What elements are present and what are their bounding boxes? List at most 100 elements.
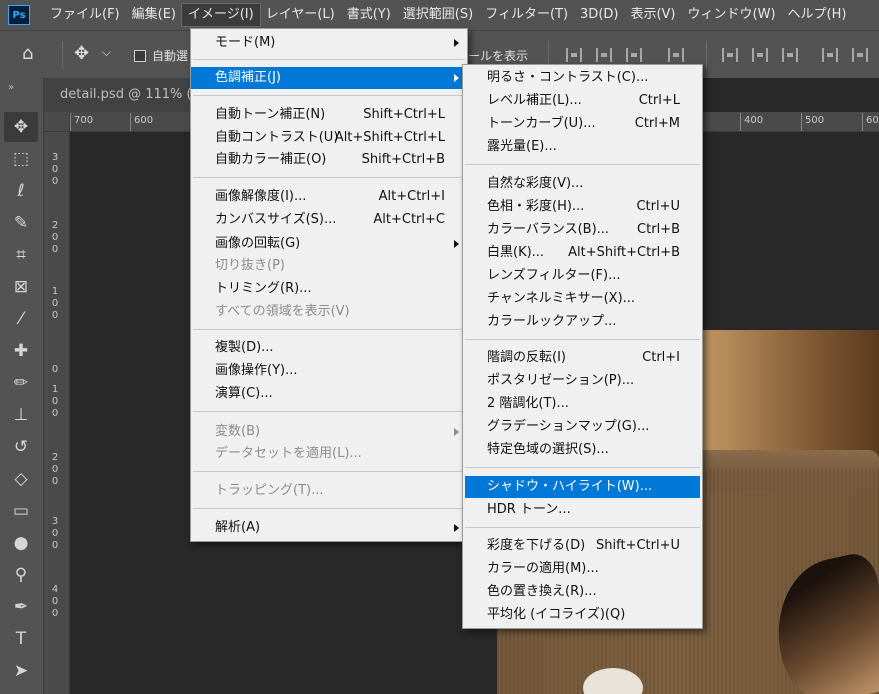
- vertical-ruler[interactable]: 300 200 100 0 100 200 300 400: [44, 132, 70, 694]
- distribute-vertical-icon[interactable]: [822, 48, 838, 62]
- eyedropper-tool-icon[interactable]: ⁄: [4, 304, 38, 334]
- menu-item-image-rotation[interactable]: 画像の回転(G): [191, 233, 467, 255]
- menu-item-label: カラーの適用(M)...: [487, 561, 599, 576]
- menu-item-curves[interactable]: トーンカーブ(U)... Ctrl+M: [463, 113, 702, 135]
- menu-item-auto-tone[interactable]: 自動トーン補正(N) Shift+Ctrl+L: [191, 104, 467, 126]
- menu-item-mode[interactable]: モード(M): [191, 32, 467, 54]
- menu-item-variables[interactable]: 変数(B): [191, 421, 467, 443]
- menu-item-desaturate[interactable]: 彩度を下げる(D) Shift+Ctrl+U: [463, 535, 702, 557]
- menu-item-color-lookup[interactable]: カラールックアップ...: [463, 311, 702, 333]
- menu-item-adjustments[interactable]: 色調補正(J): [191, 67, 467, 89]
- menu-item-gradient-map[interactable]: グラデーションマップ(G)...: [463, 416, 702, 438]
- distribute-icon[interactable]: [668, 48, 684, 62]
- menu-item-label: 色相・彩度(H)...: [487, 199, 585, 214]
- menu-item-shadows-highlights[interactable]: シャドウ・ハイライト(W)...: [465, 476, 700, 498]
- panel-grip-icon[interactable]: »: [8, 82, 14, 93]
- menu-item-shortcut: Shift+Ctrl+L: [363, 107, 445, 122]
- menu-item-color-balance[interactable]: カラーバランス(B)... Ctrl+B: [463, 219, 702, 241]
- brush-tool-icon[interactable]: ✏: [4, 368, 38, 398]
- menu-item-hdr-toning[interactable]: HDR トーン...: [463, 499, 702, 521]
- eraser-tool-icon[interactable]: ◇: [4, 464, 38, 494]
- quick-select-tool-icon[interactable]: ✎: [4, 208, 38, 238]
- menu-item-equalize[interactable]: 平均化 (イコライズ)(Q): [463, 604, 702, 626]
- align-right-icon[interactable]: [626, 48, 642, 62]
- lasso-tool-icon[interactable]: ℓ: [4, 176, 38, 206]
- menu-item-label: 2 階調化(T)...: [487, 396, 569, 411]
- menu-help[interactable]: ヘルプ(H): [782, 4, 853, 26]
- pen-tool-icon[interactable]: ✒: [4, 592, 38, 622]
- menu-item-analysis[interactable]: 解析(A): [191, 517, 467, 539]
- menu-item-trap[interactable]: トラッピング(T)...: [191, 480, 467, 502]
- menu-file[interactable]: ファイル(F): [44, 4, 126, 26]
- menu-item-posterize[interactable]: ポスタリゼーション(P)...: [463, 370, 702, 392]
- blur-tool-icon[interactable]: ●: [4, 528, 38, 558]
- menu-item-black-white[interactable]: 白黒(K)... Alt+Shift+Ctrl+B: [463, 242, 702, 264]
- history-brush-tool-icon[interactable]: ↺: [4, 432, 38, 462]
- move-tool-icon[interactable]: ✥: [4, 112, 38, 142]
- healing-brush-tool-icon[interactable]: ✚: [4, 336, 38, 366]
- path-selection-tool-icon[interactable]: ➤: [4, 656, 38, 686]
- align-middle-icon[interactable]: [752, 48, 768, 62]
- marquee-tool-icon[interactable]: ⬚: [4, 144, 38, 174]
- menu-item-calculations[interactable]: 演算(C)...: [191, 383, 467, 405]
- menu-type[interactable]: 書式(Y): [341, 4, 397, 26]
- menu-item-hue-saturation[interactable]: 色相・彩度(H)... Ctrl+U: [463, 196, 702, 218]
- menu-item-apply-data-set[interactable]: データセットを適用(L)...: [191, 443, 467, 465]
- align-left-icon[interactable]: [566, 48, 582, 62]
- menu-item-match-color[interactable]: カラーの適用(M)...: [463, 558, 702, 580]
- menu-separator: [465, 467, 700, 468]
- menu-item-auto-contrast[interactable]: 自動コントラスト(U) Alt+Shift+Ctrl+L: [191, 127, 467, 149]
- clone-stamp-tool-icon[interactable]: ⊥: [4, 400, 38, 430]
- menu-item-apply-image[interactable]: 画像操作(Y)...: [191, 360, 467, 382]
- frame-tool-icon[interactable]: ⊠: [4, 272, 38, 302]
- home-icon[interactable]: ⌂: [22, 43, 33, 64]
- menu-item-selective-color[interactable]: 特定色域の選択(S)...: [463, 439, 702, 461]
- move-icon[interactable]: ✥: [74, 43, 89, 64]
- submenu-arrow-icon: [454, 74, 459, 82]
- menu-item-photo-filter[interactable]: レンズフィルター(F)...: [463, 265, 702, 287]
- menu-item-auto-color[interactable]: 自動カラー補正(O) Shift+Ctrl+B: [191, 149, 467, 171]
- menu-edit[interactable]: 編集(E): [126, 4, 182, 26]
- submenu-arrow-icon: [454, 428, 459, 436]
- ruler-label: 0: [51, 364, 59, 375]
- menu-item-shortcut: Alt+Ctrl+C: [373, 212, 445, 227]
- menu-view[interactable]: 表示(V): [624, 4, 681, 26]
- menu-item-replace-color[interactable]: 色の置き換え(R)...: [463, 581, 702, 603]
- menu-item-channel-mixer[interactable]: チャンネルミキサー(X)...: [463, 288, 702, 310]
- menu-window[interactable]: ウィンドウ(W): [682, 4, 782, 26]
- menu-item-trim[interactable]: トリミング(R)...: [191, 278, 467, 300]
- menu-select[interactable]: 選択範囲(S): [397, 4, 479, 26]
- menu-item-brightness-contrast[interactable]: 明るさ・コントラスト(C)...: [463, 67, 702, 89]
- tools-panel: » ✥ ⬚ ℓ ✎ ⌗ ⊠ ⁄ ✚ ✏ ⊥ ↺ ◇ ▭ ● ⚲ ✒ T ➤: [0, 78, 44, 694]
- document-tab[interactable]: detail.psd @ 111% (: [44, 78, 204, 112]
- menu-item-exposure[interactable]: 露光量(E)...: [463, 136, 702, 158]
- menu-item-label: グラデーションマップ(G)...: [487, 419, 650, 434]
- menu-item-reveal-all[interactable]: すべての領域を表示(V): [191, 301, 467, 323]
- gradient-tool-icon[interactable]: ▭: [4, 496, 38, 526]
- crop-tool-icon[interactable]: ⌗: [4, 240, 38, 270]
- dodge-tool-icon[interactable]: ⚲: [4, 560, 38, 590]
- menu-item-crop[interactable]: 切り抜き(P): [191, 255, 467, 277]
- menu-image[interactable]: イメージ(I): [180, 3, 261, 27]
- menu-item-label: 自然な彩度(V)...: [487, 176, 584, 191]
- menu-item-threshold[interactable]: 2 階調化(T)...: [463, 393, 702, 415]
- menu-item-invert[interactable]: 階調の反転(I) Ctrl+I: [463, 347, 702, 369]
- menu-item-label: 平均化 (イコライズ)(Q): [487, 607, 626, 622]
- menu-item-duplicate[interactable]: 複製(D)...: [191, 337, 467, 359]
- chevron-down-icon[interactable]: ⌵: [102, 45, 111, 60]
- menu-item-image-size[interactable]: 画像解像度(I)... Alt+Ctrl+I: [191, 186, 467, 208]
- type-tool-icon[interactable]: T: [4, 624, 38, 654]
- distribute-horizontal-icon[interactable]: [852, 48, 868, 62]
- align-center-icon[interactable]: [596, 48, 612, 62]
- menu-item-vibrance[interactable]: 自然な彩度(V)...: [463, 173, 702, 195]
- auto-select-checkbox[interactable]: [134, 50, 146, 62]
- menu-item-label: 画像の回転(G): [215, 236, 301, 251]
- menu-filter[interactable]: フィルター(T): [479, 4, 574, 26]
- menu-layer[interactable]: レイヤー(L): [260, 4, 341, 26]
- ruler-tick: [862, 113, 863, 131]
- menu-item-canvas-size[interactable]: カンバスサイズ(S)... Alt+Ctrl+C: [191, 209, 467, 231]
- menu-3d[interactable]: 3D(D): [574, 4, 624, 26]
- align-bottom-icon[interactable]: [782, 48, 798, 62]
- align-top-icon[interactable]: [722, 48, 738, 62]
- menu-item-levels[interactable]: レベル補正(L)... Ctrl+L: [463, 90, 702, 112]
